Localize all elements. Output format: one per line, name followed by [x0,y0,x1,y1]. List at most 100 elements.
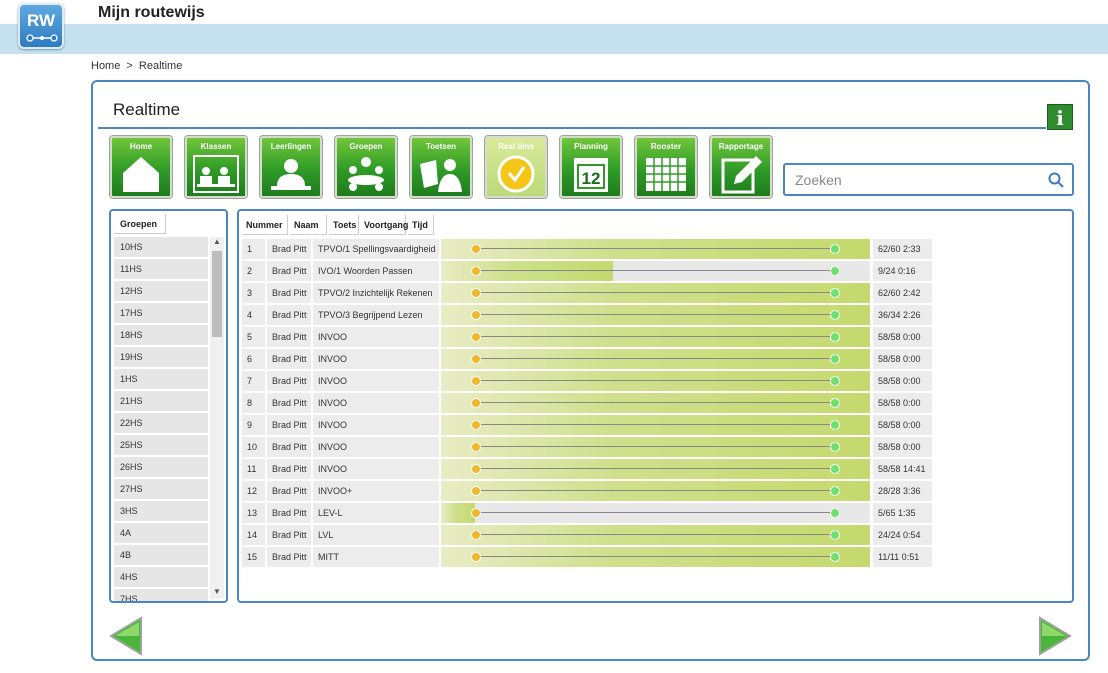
cell-tijd: 36/34 2:26 [873,305,932,325]
table-row[interactable]: 4 Brad Pitt TPVO/3 Begrijpend Lezen 36/34 2… [242,305,932,325]
group-item[interactable]: 1HS [114,369,208,389]
group-item[interactable]: 25HS [114,435,208,455]
progress-track [476,402,835,403]
cell-nummer: 14 [242,525,265,545]
table-row[interactable]: 13 Brad Pitt LEV-L 5/65 1:35 [242,503,932,523]
progress-fill [441,459,870,479]
progress-fill [441,283,870,303]
cell-nummer: 11 [242,459,265,479]
progress-fill [441,481,870,501]
group-item[interactable]: 12HS [114,281,208,301]
group-item[interactable]: 4A [114,523,208,543]
group-item[interactable]: 19HS [114,347,208,367]
nav-leerlingen[interactable]: Leerlingen [260,136,322,198]
table-row[interactable]: 2 Brad Pitt IVO/1 Woorden Passen 9/24 0:16 [242,261,932,281]
progress-end-marker [830,332,840,342]
table-row[interactable]: 12 Brad Pitt INVOO+ 28/28 3:36 [242,481,932,501]
progress-bar [441,305,870,325]
group-item[interactable]: 18HS [114,325,208,345]
groups-scrollbar[interactable]: ▲ ▼ [210,237,224,599]
table-row[interactable]: 10 Brad Pitt INVOO 58/58 0:00 [242,437,932,457]
group-item[interactable]: 3HS [114,501,208,521]
table-row[interactable]: 1 Brad Pitt TPVO/1 Spellingsvaardigheid 62/… [242,239,932,259]
progress-bar [441,459,870,479]
nav-home[interactable]: Home [110,136,172,198]
cell-naam: Brad Pitt [267,415,311,435]
group-item[interactable]: 17HS [114,303,208,323]
nav-realtime[interactable]: Real time [485,136,547,198]
progress-fill [441,525,870,545]
calendar-icon: 12 [574,158,608,192]
search-box [783,163,1074,196]
cell-naam: Brad Pitt [267,371,311,391]
cell-nummer: 5 [242,327,265,347]
nav-rapportage[interactable]: Rapportage [710,136,772,198]
report-icon [721,156,762,194]
group-item[interactable]: 7HS [114,589,208,601]
column-toets[interactable]: Toets [329,215,359,235]
previous-arrow-icon[interactable] [109,616,143,656]
progress-fill [441,547,870,567]
column-nummer[interactable]: Nummer [242,215,288,235]
nav-toetsen-label: Toetsen [425,142,457,151]
cell-toets: INVOO [313,415,439,435]
progress-track [476,424,835,425]
table-row[interactable]: 11 Brad Pitt INVOO 58/58 14:41 [242,459,932,479]
search-input[interactable] [795,170,1035,190]
test-icon [420,159,462,192]
group-item[interactable]: 4B [114,545,208,565]
nav-rooster[interactable]: Rooster [635,136,697,198]
cell-toets: TPVO/2 Inzichtelijk Rekenen [313,283,439,303]
breadcrumb-separator: > [126,60,133,72]
page-title: Realtime [113,100,181,119]
nav-klassen[interactable]: Klassen [185,136,247,198]
breadcrumb-current: Realtime [138,60,183,72]
column-voortgang[interactable]: Voortgang [360,215,408,235]
nav-toetsen[interactable]: Toetsen [410,136,472,198]
nav-groepen[interactable]: Groepen [335,136,397,198]
cell-nummer: 8 [242,393,265,413]
group-item[interactable]: 4HS [114,567,208,587]
group-item[interactable]: 22HS [114,413,208,433]
logo-text: RW [26,11,55,30]
progress-end-marker [830,530,840,540]
scroll-thumb[interactable] [212,251,222,337]
table-row[interactable]: 3 Brad Pitt TPVO/2 Inzichtelijk Rekenen 62/… [242,283,932,303]
cell-tijd: 58/58 0:00 [873,327,932,347]
groups-header[interactable]: Groepen [114,214,166,234]
calendar-day: 12 [582,169,601,188]
next-arrow-icon[interactable] [1038,616,1072,656]
search-icon[interactable] [1048,172,1064,188]
table-row[interactable]: 5 Brad Pitt INVOO 58/58 0:00 [242,327,932,347]
group-item[interactable]: 21HS [114,391,208,411]
info-button[interactable]: i [1047,104,1073,130]
nav-planning[interactable]: Planning 12 [560,136,622,198]
home-icon [123,157,159,192]
cell-toets: IVO/1 Woorden Passen [313,261,439,281]
table-row[interactable]: 8 Brad Pitt INVOO 58/58 0:00 [242,393,932,413]
group-item[interactable]: 11HS [114,259,208,279]
table-row[interactable]: 14 Brad Pitt LVL 24/24 0:54 [242,525,932,545]
table-row[interactable]: 15 Brad Pitt MITT 11/11 0:51 [242,547,932,567]
group-item[interactable]: 10HS [114,237,208,257]
progress-start-marker [471,354,481,364]
scroll-up-icon[interactable]: ▲ [210,237,224,249]
progress-end-marker [830,442,840,452]
group-item[interactable]: 26HS [114,457,208,477]
cell-tijd: 58/58 0:00 [873,371,932,391]
table-row[interactable]: 9 Brad Pitt INVOO 58/58 0:00 [242,415,932,435]
table-row[interactable]: 6 Brad Pitt INVOO 58/58 0:00 [242,349,932,369]
cell-toets: MITT [313,547,439,567]
cell-toets: INVOO+ [313,481,439,501]
cell-naam: Brad Pitt [267,349,311,369]
breadcrumb-home[interactable]: Home [91,60,120,72]
scroll-down-icon[interactable]: ▼ [210,587,224,599]
app-logo[interactable]: RW [18,3,64,49]
column-tijd[interactable]: Tijd [408,215,434,235]
group-item[interactable]: 27HS [114,479,208,499]
table-row[interactable]: 7 Brad Pitt INVOO 58/58 0:00 [242,371,932,391]
column-naam[interactable]: Naam [290,215,327,235]
progress-start-marker [471,464,481,474]
progress-start-marker [471,266,481,276]
progress-track [476,512,835,513]
